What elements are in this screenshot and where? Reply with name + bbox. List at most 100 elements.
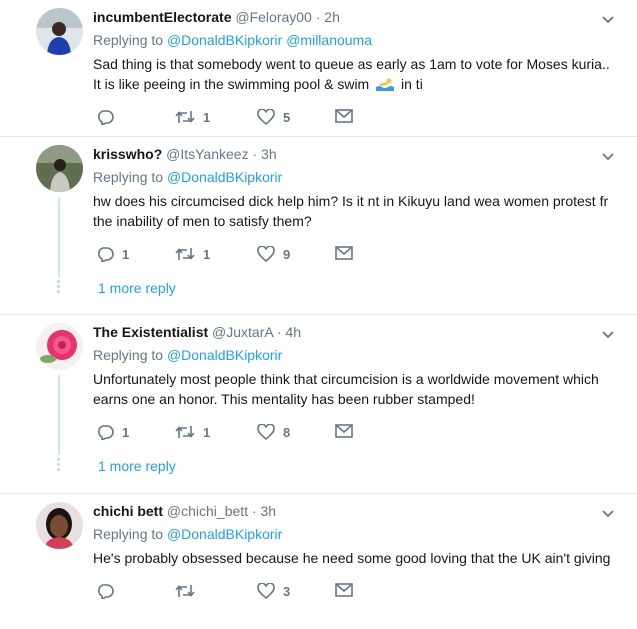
separator-dot: ·	[315, 9, 321, 25]
chevron-down-icon[interactable]	[601, 506, 615, 518]
reply-button[interactable]: 1	[96, 424, 129, 440]
replying-to-label: Replying to	[93, 32, 164, 48]
retweet-count: 1	[203, 246, 211, 262]
tweet-text-part: Sad thing is that somebody went to queue…	[93, 56, 610, 92]
tweet-header: incumbentElectorate @Feloray00 · 2h	[93, 7, 617, 27]
retweet-icon	[175, 246, 195, 262]
retweet-button[interactable]: 1	[175, 109, 210, 125]
action-bar: 1 1 9	[93, 246, 617, 266]
timestamp[interactable]: 3h	[261, 146, 277, 162]
mention-link[interactable]: @millanouma	[286, 32, 372, 48]
thread-line	[58, 375, 60, 455]
replying-to-label: Replying to	[93, 169, 164, 185]
thread-line	[58, 197, 60, 277]
reply-icon	[96, 424, 114, 440]
chevron-down-icon[interactable]	[601, 149, 615, 161]
reply-icon	[96, 583, 114, 599]
tweet-content: The Existentialist @JuxtarA · 4h Replyin…	[93, 322, 617, 444]
reply-icon	[96, 109, 114, 125]
tweet-content: krisswho? @ItsYankeez · 3h Replying to @…	[93, 144, 617, 266]
separator-dot: ·	[251, 503, 257, 519]
envelope-icon	[335, 109, 353, 123]
separator-dot: ·	[276, 324, 282, 340]
like-button[interactable]: 5	[257, 109, 290, 125]
tweet-text: hw does his circumcised dick help him? I…	[93, 193, 609, 229]
reply-count: 1	[122, 246, 130, 262]
replying-to: Replying to @DonaldBKipkorir	[93, 345, 617, 365]
like-count: 5	[283, 109, 291, 125]
envelope-icon	[335, 424, 353, 438]
user-handle[interactable]: @Feloray00	[235, 9, 311, 25]
message-button[interactable]	[335, 583, 353, 597]
tweet-content: chichi bett @chichi_bett · 3h Replying t…	[93, 501, 617, 603]
retweet-button[interactable]: 1	[175, 424, 210, 440]
timestamp[interactable]: 3h	[261, 503, 277, 519]
tweet-header: chichi bett @chichi_bett · 3h	[93, 501, 617, 521]
retweet-button[interactable]: 1	[175, 246, 210, 262]
display-name[interactable]: The Existentialist	[93, 324, 208, 340]
message-button[interactable]	[335, 109, 353, 123]
heart-icon	[257, 246, 275, 262]
like-button[interactable]: 3	[257, 583, 290, 599]
tweet-text: He's probably obsessed because he need s…	[93, 550, 611, 566]
replying-to: Replying to @DonaldBKipkorir @millanouma	[93, 30, 617, 50]
mention-link[interactable]: @DonaldBKipkorir	[167, 347, 282, 363]
retweet-count: 1	[203, 109, 211, 125]
chevron-down-icon[interactable]	[601, 12, 615, 24]
envelope-icon	[335, 246, 353, 260]
display-name[interactable]: incumbentElectorate	[93, 9, 231, 25]
like-count: 9	[283, 246, 291, 262]
timestamp[interactable]: 2h	[324, 9, 340, 25]
reply-button[interactable]	[96, 109, 122, 125]
tweet-card[interactable]: chichi bett @chichi_bett · 3h Replying t…	[0, 494, 637, 629]
like-button[interactable]: 9	[257, 246, 290, 262]
avatar[interactable]	[36, 145, 83, 192]
heart-icon	[257, 424, 275, 440]
replying-to: Replying to @DonaldBKipkorir	[93, 524, 617, 544]
display-name[interactable]: chichi bett	[93, 503, 163, 519]
retweet-icon	[175, 424, 195, 440]
more-replies-link[interactable]: 1 more reply	[98, 458, 176, 474]
retweet-button[interactable]	[175, 583, 203, 599]
reply-button[interactable]	[96, 583, 122, 599]
more-replies-link[interactable]: 1 more reply	[98, 280, 176, 296]
tweet-text: Unfortunately most people think that cir…	[93, 371, 599, 407]
retweet-icon	[175, 583, 195, 599]
reply-count: 1	[122, 424, 130, 440]
action-bar: 3	[93, 583, 617, 603]
tweet-text: Sad thing is that somebody went to queue…	[93, 54, 617, 94]
user-handle[interactable]: @JuxtarA	[212, 324, 273, 340]
user-handle[interactable]: @chichi_bett	[167, 503, 248, 519]
message-button[interactable]	[335, 424, 353, 438]
replying-to-label: Replying to	[93, 526, 164, 542]
mention-link[interactable]: @DonaldBKipkorir	[167, 169, 282, 185]
reply-feed: incumbentElectorate @Feloray00 · 2h Repl…	[0, 0, 637, 629]
tweet-card[interactable]: The Existentialist @JuxtarA · 4h Replyin…	[0, 315, 637, 494]
separator-dot: ·	[252, 146, 258, 162]
more-replies-dots-icon	[57, 280, 61, 295]
message-button[interactable]	[335, 246, 353, 260]
avatar[interactable]	[36, 323, 83, 370]
tweet-header: The Existentialist @JuxtarA · 4h	[93, 322, 617, 342]
mention-link[interactable]: @DonaldBKipkorir	[167, 32, 282, 48]
avatar[interactable]	[36, 502, 83, 549]
action-bar: 1 1 8	[93, 424, 617, 444]
chevron-down-icon[interactable]	[601, 327, 615, 339]
replying-to-label: Replying to	[93, 347, 164, 363]
action-bar: 1 5	[93, 109, 617, 129]
retweet-count: 1	[203, 424, 211, 440]
tweet-header: krisswho? @ItsYankeez · 3h	[93, 144, 617, 164]
like-button[interactable]: 8	[257, 424, 290, 440]
timestamp[interactable]: 4h	[285, 324, 301, 340]
display-name[interactable]: krisswho?	[93, 146, 162, 162]
avatar[interactable]	[36, 8, 83, 55]
mention-link[interactable]: @DonaldBKipkorir	[167, 526, 282, 542]
more-replies-dots-icon	[57, 458, 61, 473]
reply-button[interactable]: 1	[96, 246, 129, 262]
tweet-card[interactable]: incumbentElectorate @Feloray00 · 2h Repl…	[0, 0, 637, 137]
replying-to: Replying to @DonaldBKipkorir	[93, 167, 617, 187]
swimmer-emoji-icon	[376, 76, 395, 91]
tweet-text-part: in ti	[401, 76, 423, 92]
user-handle[interactable]: @ItsYankeez	[166, 146, 248, 162]
tweet-card[interactable]: krisswho? @ItsYankeez · 3h Replying to @…	[0, 137, 637, 315]
